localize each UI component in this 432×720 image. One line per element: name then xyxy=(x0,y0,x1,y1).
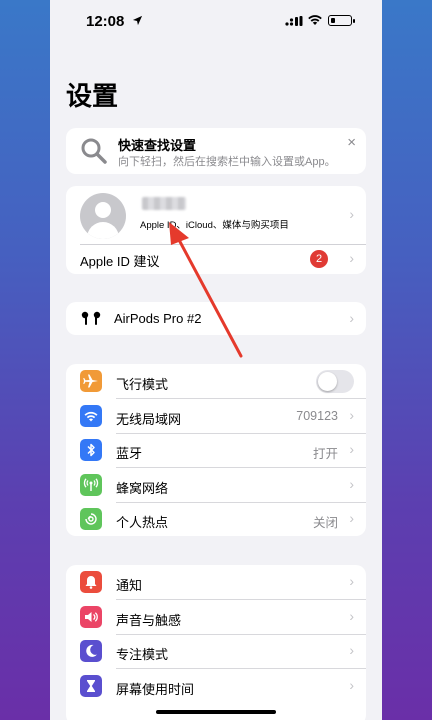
row-label: 飞行模式 xyxy=(116,377,169,392)
row-label: 通知 xyxy=(116,578,143,593)
chevron-right-icon: › xyxy=(349,250,354,266)
row-label: 声音与触感 xyxy=(116,612,182,628)
page-title: 设置 xyxy=(66,81,119,111)
settings-row-hotspot[interactable]: 个人热点 关闭 › xyxy=(66,502,366,536)
chevron-right-icon: › xyxy=(349,206,354,222)
settings-row-wifi[interactable]: 无线局域网 709123 › xyxy=(66,399,366,433)
airpods-label: AirPods Pro #2 xyxy=(114,311,202,326)
home-indicator xyxy=(156,710,276,714)
row-label: 蓝牙 xyxy=(116,446,143,461)
settings-row-focus[interactable]: 专注模式 › xyxy=(66,634,366,669)
bluetooth-icon xyxy=(80,439,102,461)
search-icon xyxy=(81,138,107,164)
sound-icon xyxy=(80,605,102,628)
settings-row-screen-time[interactable]: 屏幕使用时间 › xyxy=(66,669,366,704)
blurred-user-name xyxy=(142,197,186,210)
quick-search-title: 快速查找设置 xyxy=(118,138,197,153)
system-group: 通知 › 声音与触感 › 专注模式 › 屏幕使用时间 › xyxy=(66,565,366,720)
cellular-signal-icon xyxy=(285,16,303,26)
wifi-icon xyxy=(80,404,102,427)
chevron-right-icon: › xyxy=(349,406,354,423)
settings-row-bluetooth[interactable]: 蓝牙 打开 › xyxy=(66,433,366,468)
settings-screen: 12:08 设置 快速查找设置 向下轻扫，然后在搜索栏中输入设置或App。 × xyxy=(50,0,382,720)
chevron-right-icon: › xyxy=(349,642,354,658)
row-label: 个人热点 xyxy=(116,515,169,530)
battery-icon xyxy=(328,15,355,26)
cellular-icon xyxy=(80,473,102,496)
quick-search-subtitle: 向下轻扫，然后在搜索栏中输入设置或App。 xyxy=(118,156,336,168)
apple-id-suggestions-label: Apple ID 建议 xyxy=(80,254,160,269)
bluetooth-value: 打开 xyxy=(312,447,338,461)
settings-row-airplane-mode[interactable]: 飞行模式 xyxy=(66,364,366,399)
settings-row-cellular[interactable]: 蜂窝网络 › xyxy=(66,468,366,502)
chevron-right-icon: › xyxy=(349,475,354,492)
apple-id-row[interactable]: Apple ID、iCloud、媒体与购买项目 › xyxy=(66,186,366,244)
status-time: 12:08 xyxy=(86,13,125,30)
settings-row-sounds[interactable]: 声音与触感 › xyxy=(66,600,366,634)
hotspot-value: 关闭 xyxy=(312,516,338,530)
row-label: 蜂窝网络 xyxy=(116,480,169,496)
chevron-right-icon: › xyxy=(349,607,354,624)
chevron-right-icon: › xyxy=(349,676,354,693)
row-label: 无线局域网 xyxy=(116,411,182,427)
wifi-network-value: 709123 xyxy=(296,408,338,423)
apple-id-subtitle: Apple ID、iCloud、媒体与购买项目 xyxy=(140,220,289,231)
airplane-mode-toggle[interactable] xyxy=(316,370,354,393)
apple-id-card: Apple ID、iCloud、媒体与购买项目 › Apple ID 建议 2 … xyxy=(66,186,366,274)
row-label: 屏幕使用时间 xyxy=(116,681,195,697)
notification-icon xyxy=(80,571,102,593)
connectivity-group: 飞行模式 无线局域网 709123 › 蓝牙 打开 › 蜂窝网络 › 个人热点 … xyxy=(66,364,366,536)
wifi-status-icon xyxy=(308,15,322,25)
status-bar: 12:08 xyxy=(50,0,382,44)
airpods-icon xyxy=(81,311,101,325)
hourglass-icon xyxy=(80,674,102,697)
hotspot-icon xyxy=(80,508,102,530)
chevron-right-icon: › xyxy=(349,510,354,526)
quick-search-card[interactable]: 快速查找设置 向下轻扫，然后在搜索栏中输入设置或App。 × xyxy=(66,128,366,174)
chevron-right-icon: › xyxy=(349,310,354,326)
airplane-icon xyxy=(80,370,102,392)
avatar xyxy=(80,193,126,239)
settings-row-notifications[interactable]: 通知 › xyxy=(66,565,366,600)
chevron-right-icon: › xyxy=(349,573,354,589)
apple-id-suggestions-row[interactable]: Apple ID 建议 2 › xyxy=(66,244,366,274)
notification-badge: 2 xyxy=(310,250,328,268)
airpods-row[interactable]: AirPods Pro #2 › xyxy=(66,302,366,335)
close-icon[interactable]: × xyxy=(347,134,356,151)
row-label: 专注模式 xyxy=(116,647,169,662)
chevron-right-icon: › xyxy=(349,441,354,457)
location-arrow-icon xyxy=(132,15,143,26)
moon-icon xyxy=(80,640,102,662)
